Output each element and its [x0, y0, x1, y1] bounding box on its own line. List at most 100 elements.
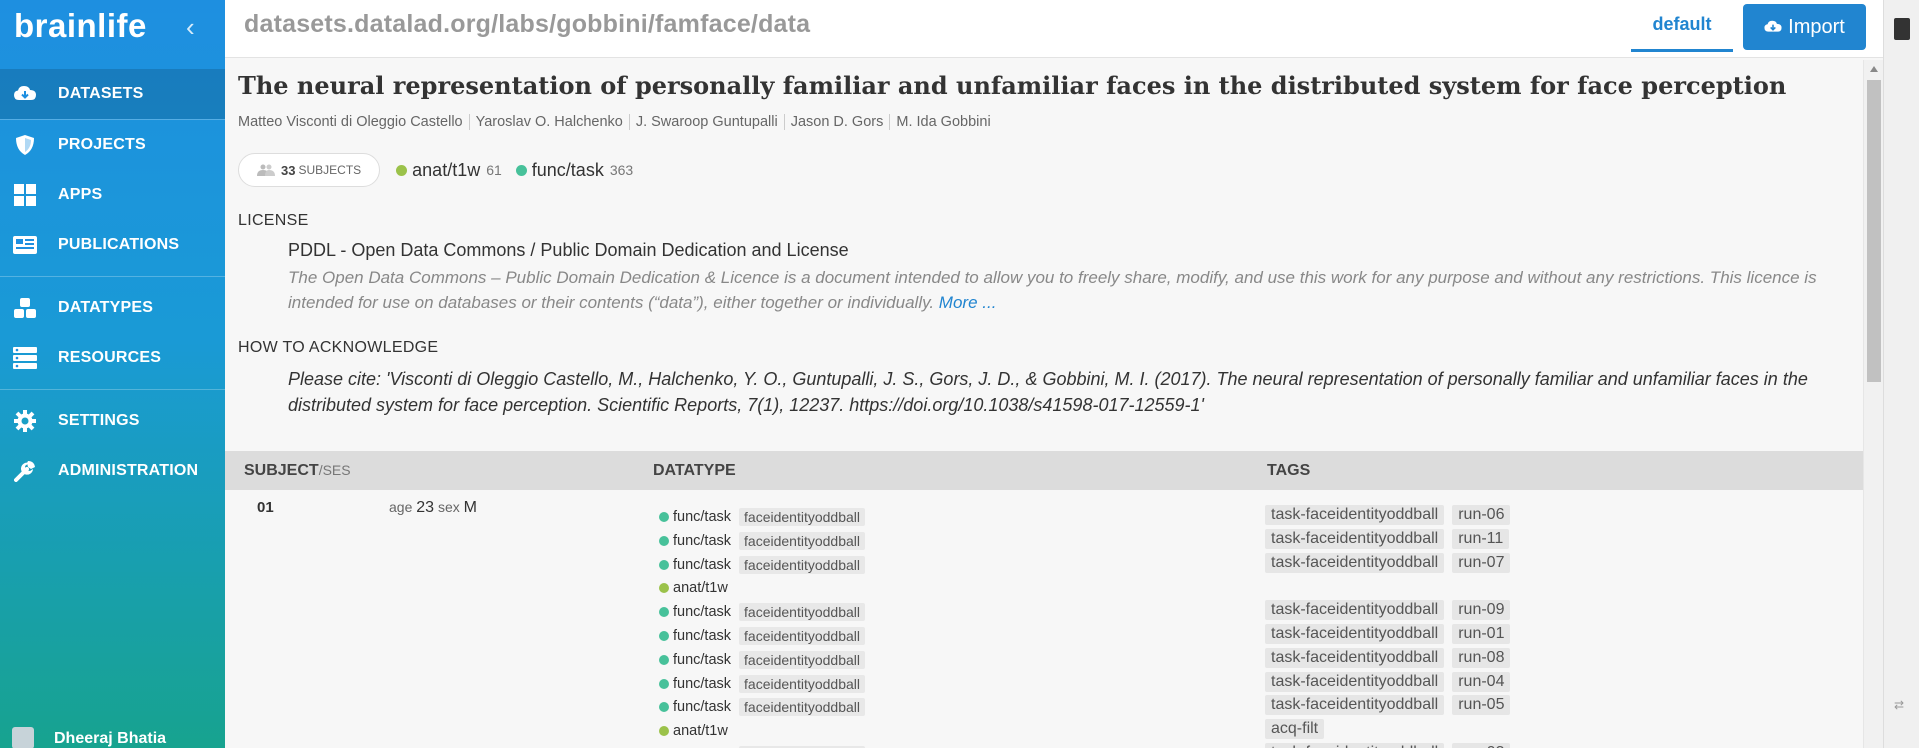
dataset-summary: 33 SUBJECTS anat/t1w 61 func/task 363	[238, 153, 647, 187]
datatype-row[interactable]: anat/t1w	[659, 578, 728, 598]
datatype-tag-pill: faceidentityoddball	[739, 555, 866, 574]
scrollbar-thumb[interactable]	[1867, 80, 1881, 382]
nav-item-administration[interactable]: ADMINISTRATION	[0, 446, 225, 496]
book-icon[interactable]	[1894, 18, 1910, 40]
datatype-row[interactable]: func/task faceidentityoddball	[659, 555, 866, 575]
nav-item-projects[interactable]: PROJECTS	[0, 120, 225, 170]
nav-item-publications[interactable]: PUBLICATIONS	[0, 220, 225, 270]
datatype-name: anat/t1w	[673, 580, 728, 597]
nav-item-datatypes[interactable]: DATATYPES	[0, 283, 225, 333]
main-content: The neural representation of personally …	[225, 59, 1863, 748]
tag-row: task-faceidentityoddball run-11	[1265, 528, 1517, 549]
shield-icon	[12, 134, 38, 156]
author-name: Yaroslav O. Halchenko	[468, 114, 629, 130]
datatype-name: func/task	[673, 604, 732, 621]
license-name: PDDL - Open Data Commons / Public Domain…	[288, 240, 849, 260]
datatype-tag-pill: faceidentityoddball	[739, 603, 866, 622]
datatype-count: 61	[486, 162, 502, 178]
tag-row: task-faceidentityoddball run-09	[1265, 600, 1518, 621]
column-header-subject: SUBJECT/SES	[244, 462, 351, 480]
nav-divider	[0, 389, 225, 390]
scrollbar[interactable]	[1863, 60, 1883, 748]
table-header: SUBJECT/SES DATATYPE TAGS	[225, 451, 1863, 490]
subjects-badge: 33 SUBJECTS	[238, 153, 381, 187]
citation-text: Please cite: 'Visconti di Oleggio Castel…	[288, 369, 1808, 415]
datatype-name: func/task	[673, 675, 732, 692]
dataset-title: The neural representation of personally …	[238, 71, 1787, 100]
gear-icon	[12, 410, 38, 432]
tag-row: task-faceidentityoddball run-06	[1265, 505, 1518, 525]
collapse-sidebar-icon[interactable]: ‹	[186, 12, 195, 43]
nav-item-settings[interactable]: SETTINGS	[0, 396, 225, 446]
subject-metadata: age 23 sex M	[389, 499, 477, 517]
anat-dot-icon	[396, 164, 408, 176]
tag-badge: run-05	[1452, 695, 1511, 716]
author-name: M. Ida Gobbini	[889, 114, 996, 130]
avatar	[12, 727, 34, 748]
tag-badge: run-04	[1452, 671, 1511, 692]
datatype-row[interactable]: func/task faceidentityoddball	[659, 602, 866, 622]
tag-badge: task-faceidentityoddball	[1265, 600, 1445, 621]
license-more-link[interactable]: More ...	[939, 293, 997, 312]
sidebar: brainlife ‹ DATASETS PROJECTS APPS PUBLI…	[0, 0, 225, 748]
cloud-download-icon	[12, 83, 38, 105]
datatype-row[interactable]: func/task faceidentityoddball	[659, 531, 866, 551]
import-button[interactable]: Import	[1743, 4, 1866, 50]
datatype-name: anat/t1w	[673, 723, 728, 740]
datatype-name: func/task	[673, 628, 732, 644]
scroll-up-icon[interactable]	[1870, 66, 1878, 72]
sex-label: sex	[437, 499, 460, 515]
nav-label-apps: APPS	[58, 186, 103, 203]
datatype-tag-pill: faceidentityoddball	[739, 627, 866, 645]
datatype-row[interactable]: func/task faceidentityoddball	[659, 650, 866, 670]
datatype-row[interactable]: func/task faceidentityoddball	[659, 626, 866, 646]
column-ses-label: /SES	[318, 461, 351, 478]
tag-badge: run-03	[1452, 743, 1511, 748]
nav-label-projects: PROJECTS	[58, 136, 146, 153]
datatype-row[interactable]: func/task faceidentityoddball	[659, 507, 866, 527]
tag-badge: task-faceidentityoddball	[1265, 671, 1445, 692]
datatype-tag-pill: faceidentityoddball	[739, 508, 866, 526]
tag-badge: run-11	[1452, 528, 1510, 549]
collapse-arrows-icon[interactable]: ⇄	[1894, 698, 1904, 712]
tab-default[interactable]: default	[1631, 0, 1733, 52]
tag-badge: run-01	[1452, 624, 1511, 644]
tag-badge: task-faceidentityoddball	[1265, 624, 1445, 644]
datatype-name: func/task	[673, 556, 732, 573]
tag-row: task-faceidentityoddball run-03	[1265, 743, 1518, 748]
cubes-icon	[12, 297, 38, 319]
datatype-name: func/task	[673, 509, 732, 525]
license-description: The Open Data Commons – Public Domain De…	[288, 265, 1858, 315]
datatype-name: func/task	[531, 159, 604, 180]
author-name: J. Swaroop Guntupalli	[628, 114, 784, 130]
tag-row: task-faceidentityoddball run-04	[1265, 671, 1518, 692]
nav-item-resources[interactable]: RESOURCES	[0, 333, 225, 383]
tag-badge: run-06	[1452, 505, 1511, 525]
author-name: Matteo Visconti di Oleggio Castello	[238, 114, 463, 130]
license-heading: LICENSE	[238, 212, 309, 229]
users-icon	[257, 164, 275, 176]
sex-value: M	[463, 499, 477, 516]
nav-item-datasets[interactable]: DATASETS	[0, 69, 225, 119]
subjects-label: SUBJECTS	[298, 163, 362, 177]
datatype-row[interactable]: func/task faceidentityoddball	[659, 674, 866, 694]
dataset-url: datasets.datalad.org/labs/gobbini/famfac…	[244, 10, 811, 38]
func-dot-icon	[659, 512, 669, 522]
tag-badge: task-faceidentityoddball	[1265, 695, 1445, 716]
func-dot-icon	[515, 164, 527, 176]
subject-id[interactable]: 01	[257, 499, 274, 516]
user-name: Dheeraj Bhatia	[54, 730, 167, 747]
datatype-tag-pill: faceidentityoddball	[739, 650, 866, 669]
grid-icon	[12, 184, 38, 206]
nav-label-datatypes: DATATYPES	[58, 299, 154, 316]
nav-label-publications: PUBLICATIONS	[58, 236, 180, 253]
nav-item-apps[interactable]: APPS	[0, 170, 225, 220]
datatype-row[interactable]: func/task faceidentityoddball	[659, 697, 866, 717]
func-dot-icon	[659, 559, 669, 570]
column-subject-label: SUBJECT	[244, 461, 319, 479]
brand-text: brainlife	[14, 7, 147, 44]
nav-label-datasets: DATASETS	[58, 85, 144, 102]
user-profile[interactable]: Dheeraj Bhatia	[0, 718, 225, 748]
datatype-tag-pill: faceidentityoddball	[739, 674, 866, 693]
datatype-row[interactable]: anat/t1w	[659, 721, 728, 741]
